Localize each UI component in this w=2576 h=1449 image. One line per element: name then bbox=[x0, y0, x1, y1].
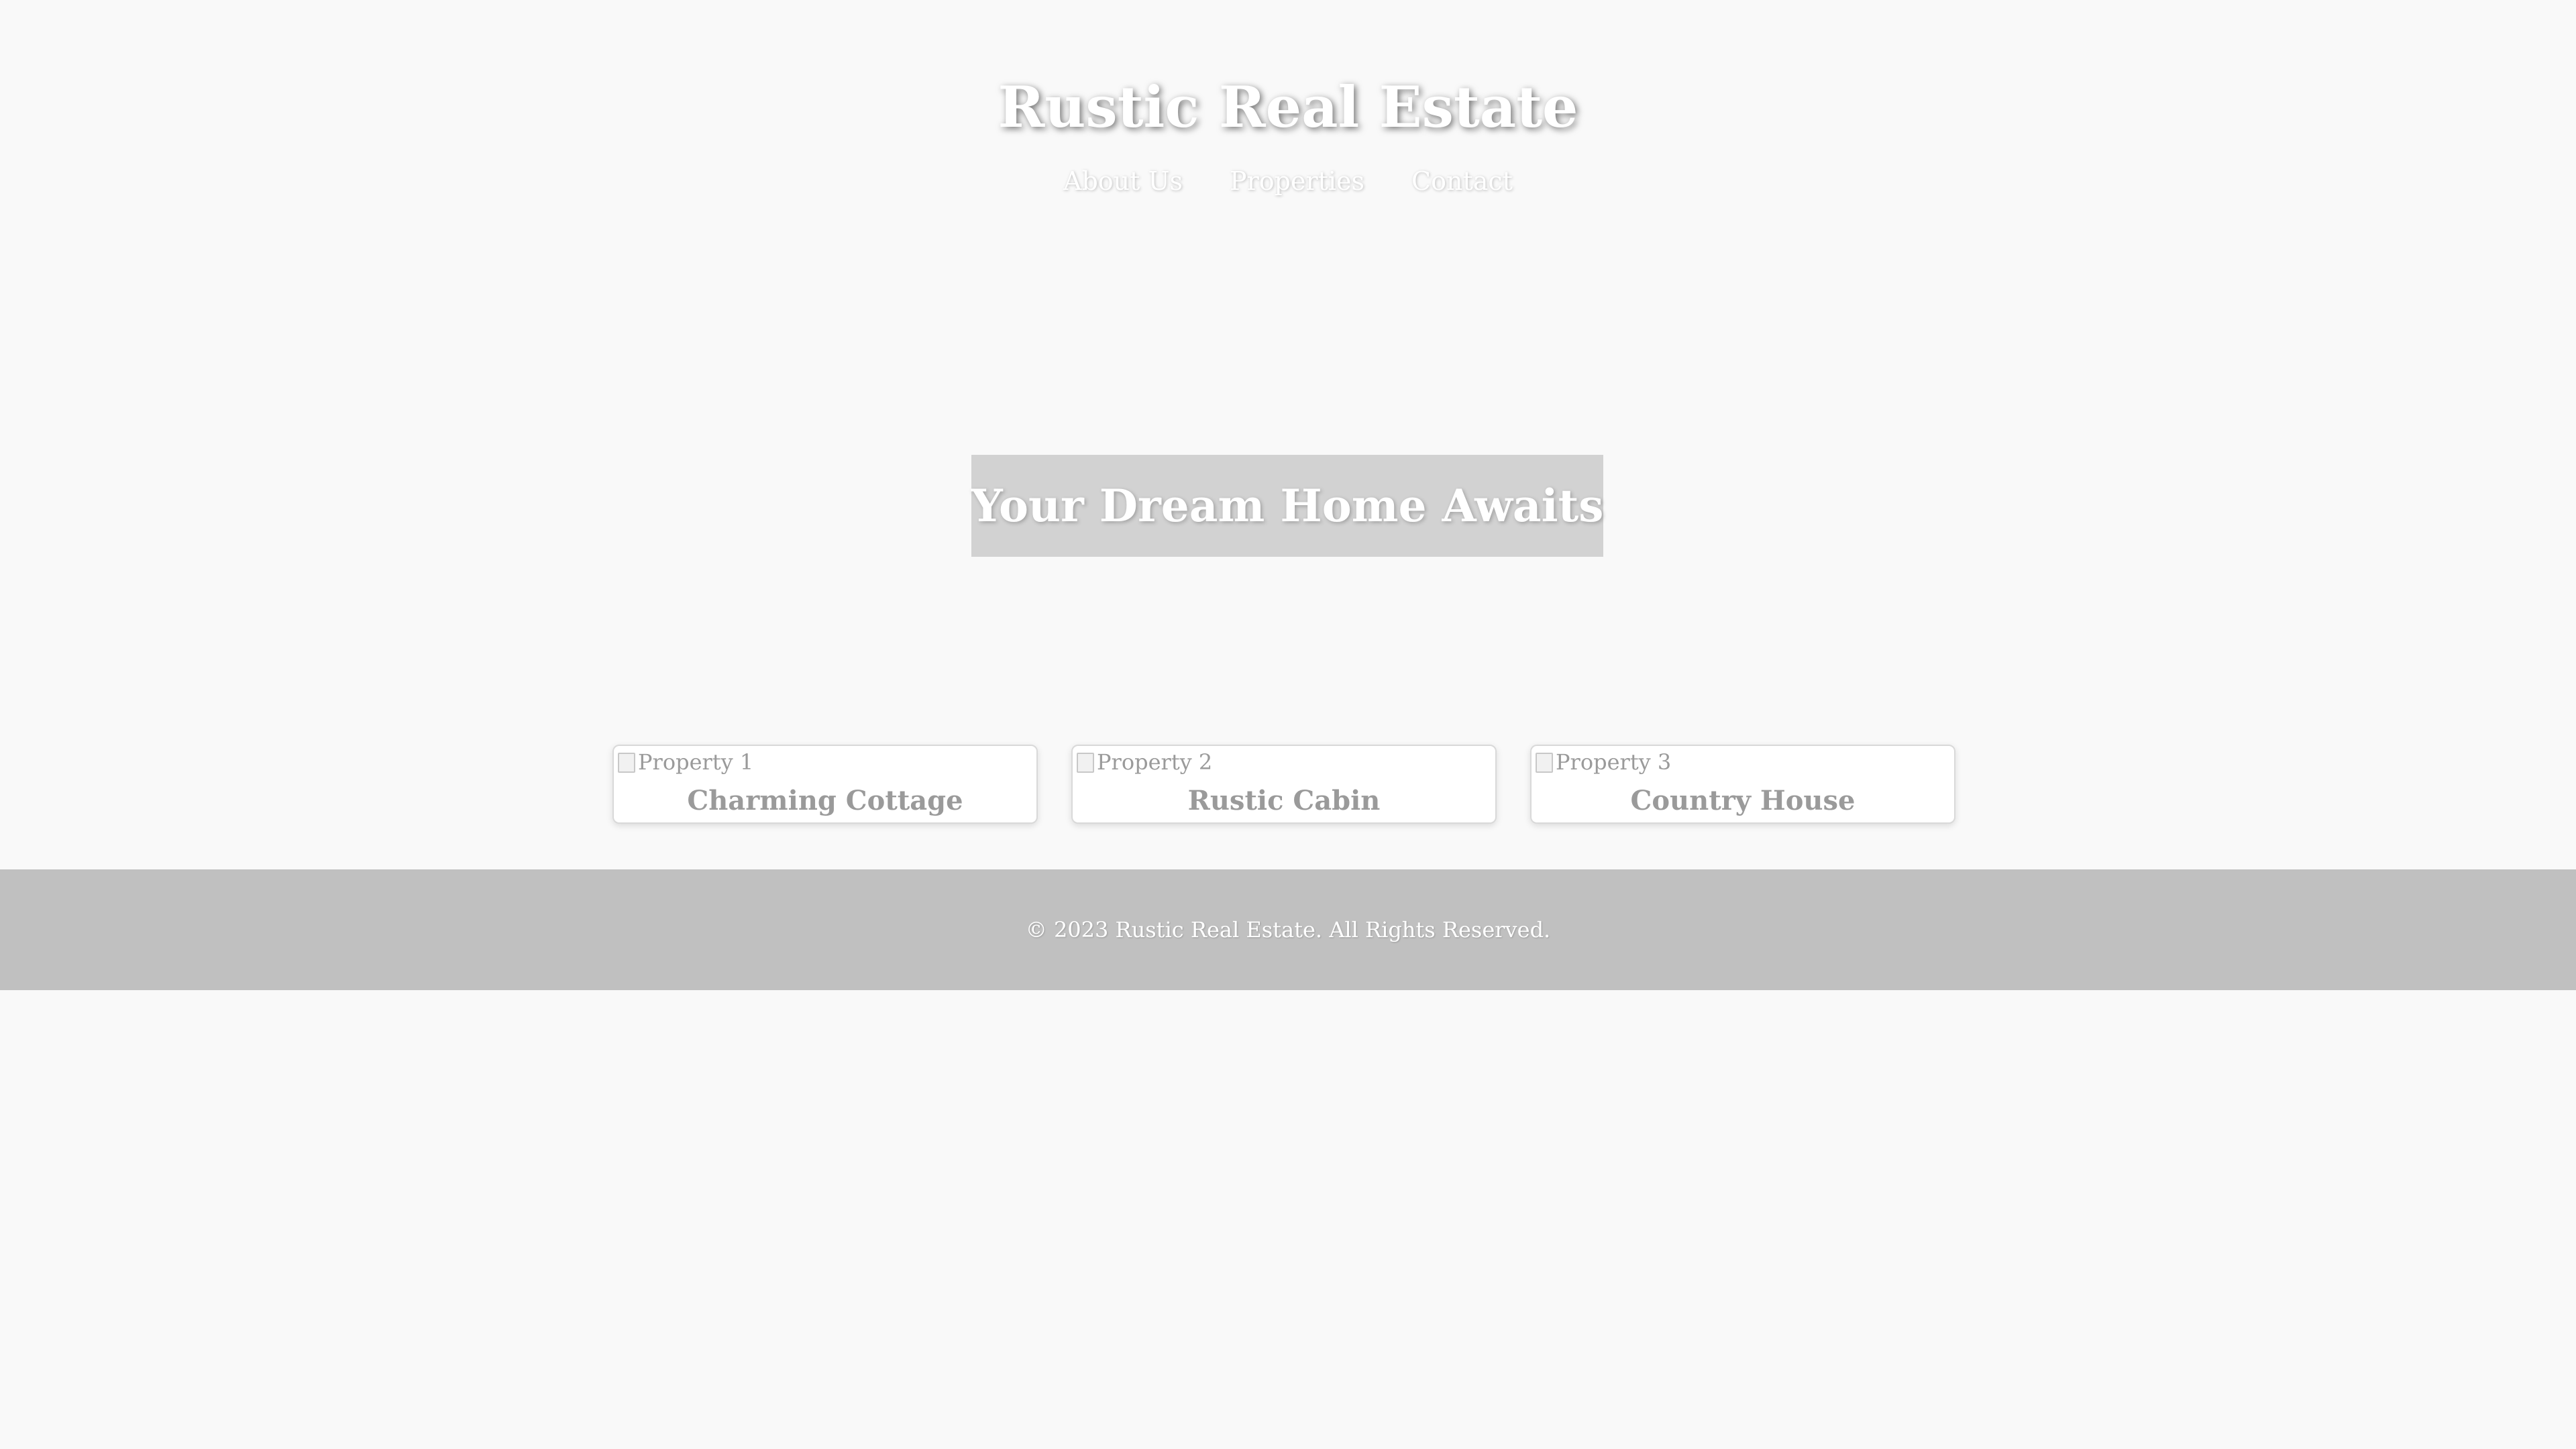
nav-link-contact[interactable]: Contact bbox=[1411, 162, 1513, 200]
property-image-alt: Property 3 bbox=[1556, 749, 1672, 775]
broken-image-icon bbox=[616, 751, 637, 773]
site-header: Rustic Real Estate About Us Properties C… bbox=[0, 0, 2576, 215]
property-image: Property 3 bbox=[1534, 749, 1671, 775]
property-name: Country House bbox=[1630, 785, 1856, 816]
nav-link-properties[interactable]: Properties bbox=[1230, 162, 1364, 200]
property-card-charming-cottage[interactable]: Property 1 Charming Cottage bbox=[612, 745, 1038, 824]
property-card-rustic-cabin[interactable]: Property 2 Rustic Cabin bbox=[1071, 745, 1497, 824]
copyright-text: © 2023 Rustic Real Estate. All Rights Re… bbox=[1025, 917, 1551, 943]
nav-link-about-us[interactable]: About Us bbox=[1063, 162, 1183, 200]
property-name: Charming Cottage bbox=[687, 785, 963, 816]
hero-banner: Your Dream Home Awaits bbox=[971, 455, 1603, 557]
site-footer: © 2023 Rustic Real Estate. All Rights Re… bbox=[0, 869, 2576, 990]
property-image: Property 1 bbox=[616, 749, 753, 775]
main-nav: About Us Properties Contact bbox=[0, 162, 2576, 200]
property-image-alt: Property 1 bbox=[638, 749, 754, 775]
broken-image-icon bbox=[1075, 751, 1095, 773]
property-name: Rustic Cabin bbox=[1187, 785, 1381, 816]
property-card-country-house[interactable]: Property 3 Country House bbox=[1530, 745, 1955, 824]
property-image: Property 2 bbox=[1075, 749, 1212, 775]
hero-title: Your Dream Home Awaits bbox=[971, 480, 1604, 532]
broken-image-icon bbox=[1534, 751, 1554, 773]
property-image-alt: Property 2 bbox=[1097, 749, 1213, 775]
site-title: Rustic Real Estate bbox=[998, 74, 1578, 140]
